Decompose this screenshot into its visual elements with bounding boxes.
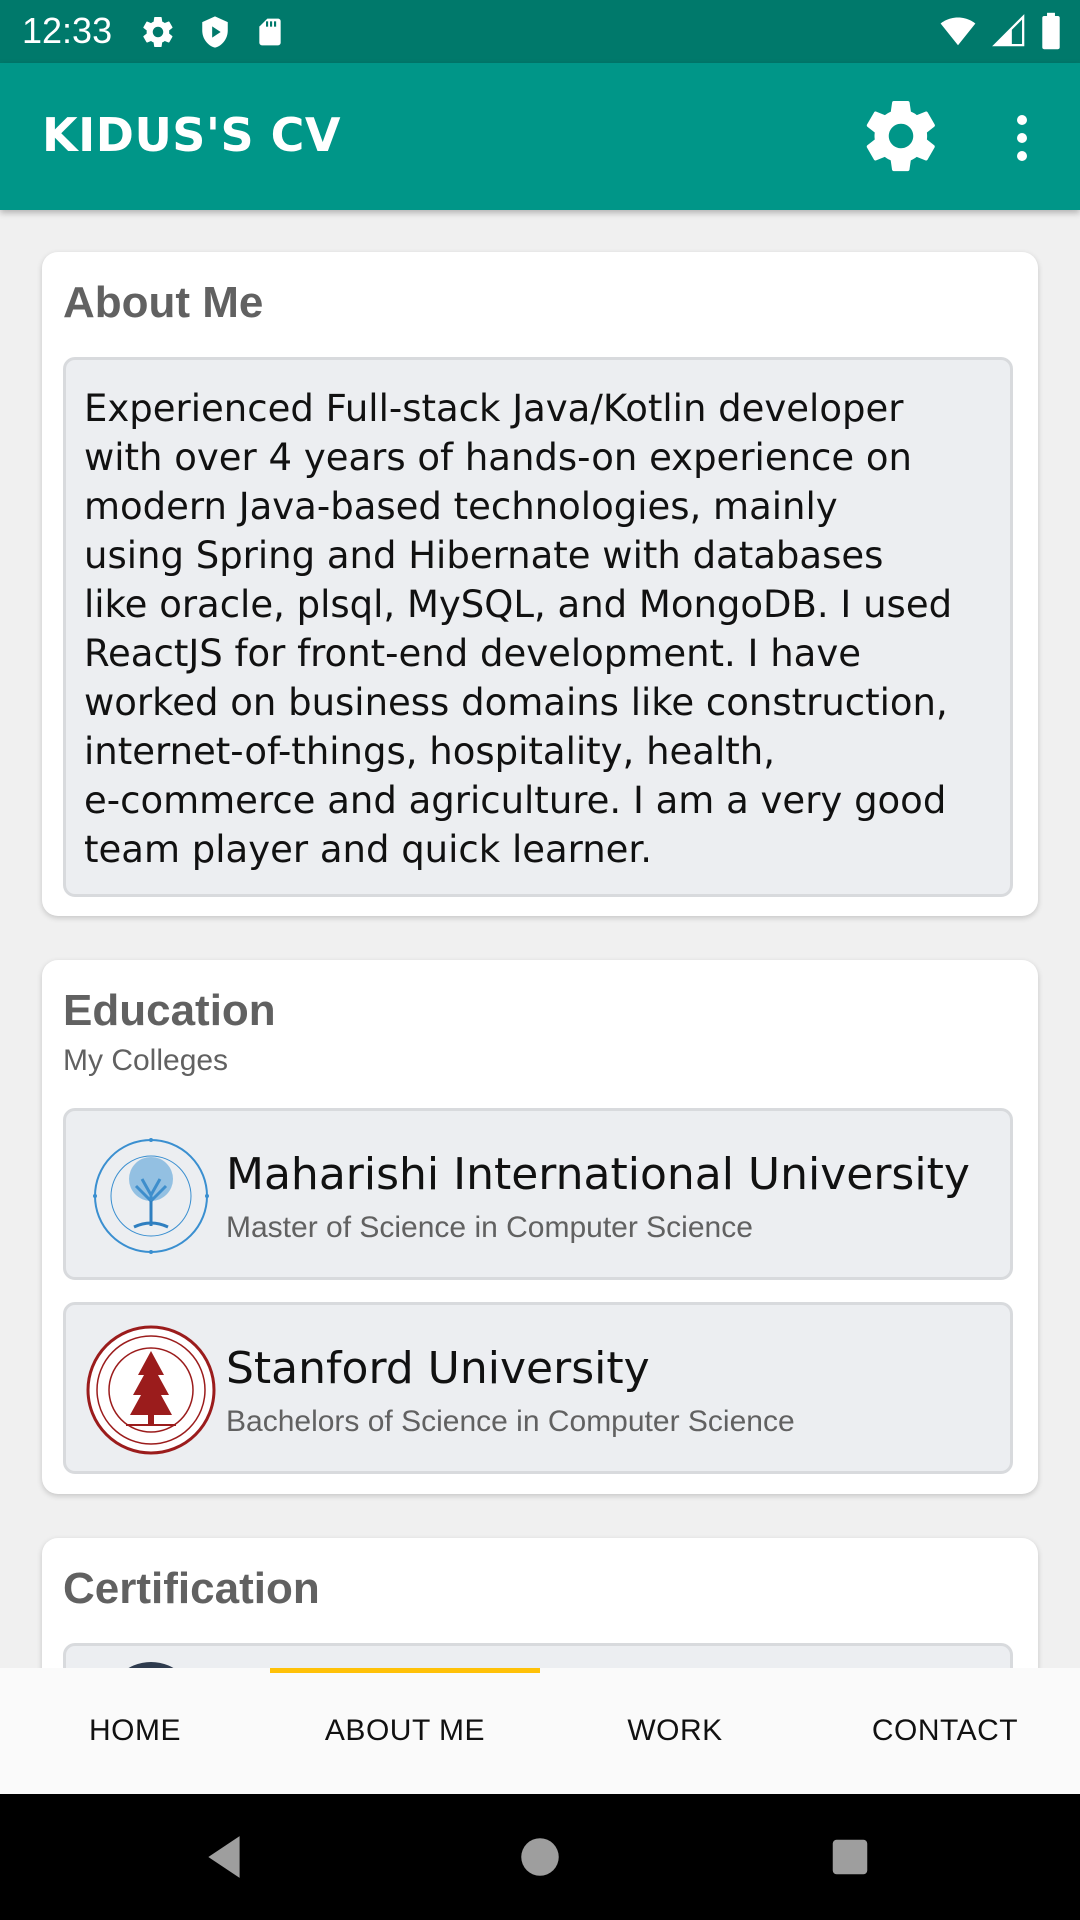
app-title: KIDUS'S CV — [42, 108, 342, 162]
education-card: Education My Colleges Maharishi Internat… — [42, 960, 1038, 1494]
certification-title: Certification — [63, 1564, 320, 1613]
recents-icon — [832, 1839, 868, 1875]
app-bar: KIDUS'S CV — [0, 63, 1080, 210]
more-options-button[interactable] — [998, 103, 1046, 173]
tab-home[interactable]: HOME — [0, 1668, 270, 1794]
signal-icon — [992, 14, 1025, 47]
gear-icon — [143, 17, 173, 48]
gear-icon — [866, 101, 935, 172]
stanford-seal-icon — [86, 1325, 216, 1455]
tab-contact[interactable]: CONTACT — [810, 1668, 1080, 1794]
home-button[interactable] — [505, 1822, 575, 1892]
certification-card: Certification — [42, 1538, 1038, 1668]
status-time: 12:33 — [22, 10, 113, 51]
recents-button[interactable] — [815, 1822, 885, 1892]
about-me-card: About Me Experienced Full-stack Java/Kot… — [42, 252, 1038, 916]
more-vert-icon — [1017, 115, 1027, 161]
battery-icon — [1042, 12, 1060, 50]
college-name: Stanford University — [226, 1343, 650, 1394]
tab-about-me[interactable]: ABOUT ME — [270, 1668, 540, 1794]
wifi-icon — [940, 17, 976, 46]
content-scroll-area[interactable]: About Me Experienced Full-stack Java/Kot… — [0, 210, 1080, 1668]
college-item[interactable]: Stanford University Bachelors of Science… — [63, 1302, 1013, 1474]
certification-item[interactable] — [63, 1643, 1013, 1668]
college-degree: Master of Science in Computer Science — [226, 1211, 753, 1244]
education-subtitle: My Colleges — [63, 1044, 229, 1077]
college-name: Maharishi International University — [226, 1149, 970, 1200]
education-title: Education — [63, 986, 276, 1035]
miu-tree-seal-icon — [93, 1138, 209, 1254]
shield-icon — [202, 16, 228, 48]
about-me-text: Experienced Full-stack Java/Kotlin devel… — [84, 387, 953, 871]
back-button[interactable] — [190, 1822, 260, 1892]
system-nav-bar — [0, 1794, 1080, 1920]
tab-bar: HOME ABOUT ME WORK CONTACT — [0, 1668, 1080, 1794]
selected-tab-indicator — [270, 1668, 540, 1673]
tab-work[interactable]: WORK — [540, 1668, 810, 1794]
about-me-title: About Me — [63, 278, 264, 327]
settings-button[interactable] — [858, 93, 944, 179]
sd-card-icon — [259, 18, 281, 46]
college-item[interactable]: Maharishi International University Maste… — [63, 1108, 1013, 1280]
about-me-text-box: Experienced Full-stack Java/Kotlin devel… — [63, 357, 1013, 897]
status-bar: 12:33 — [0, 0, 1080, 63]
back-icon — [208, 1836, 240, 1878]
status-notification-icons — [140, 12, 286, 52]
college-degree: Bachelors of Science in Computer Science — [226, 1405, 795, 1438]
status-system-icons — [938, 10, 1062, 52]
home-icon — [521, 1838, 559, 1876]
